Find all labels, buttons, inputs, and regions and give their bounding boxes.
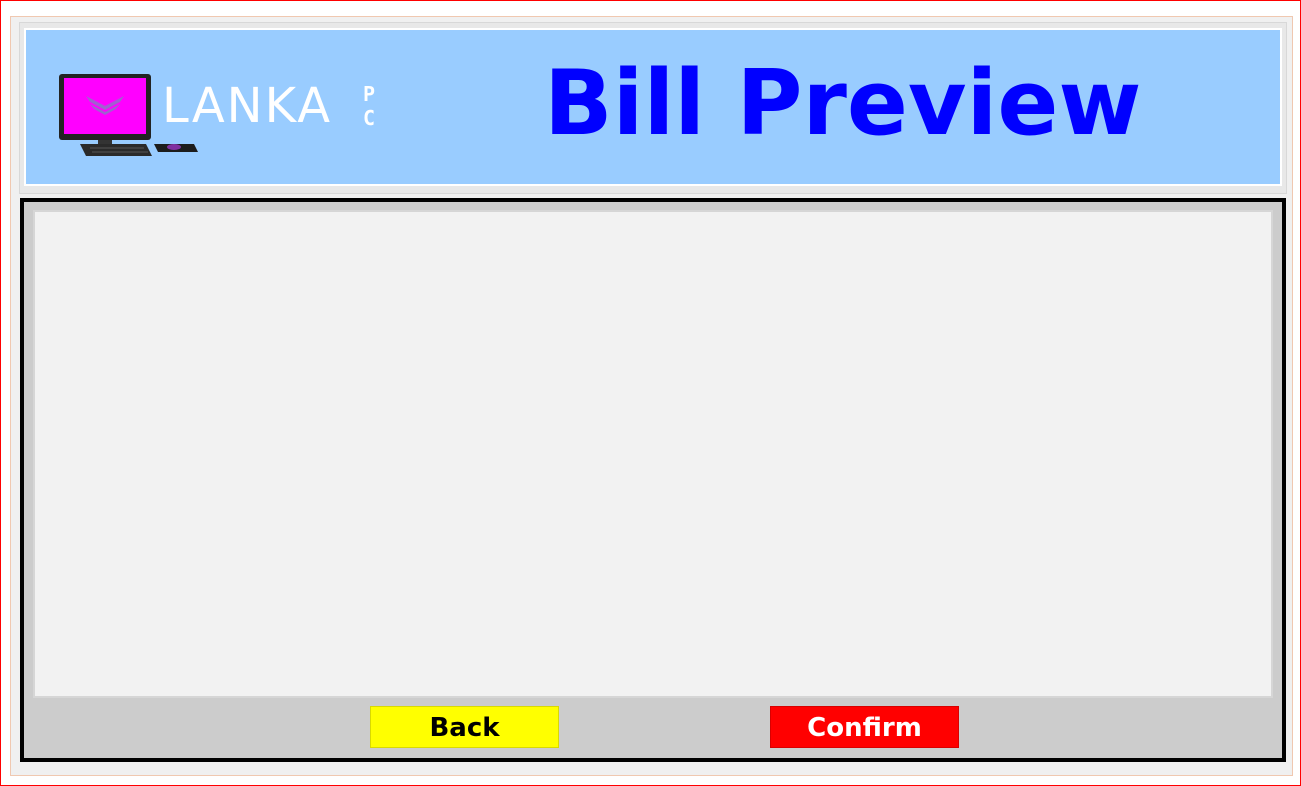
back-button[interactable]: Back xyxy=(370,706,559,748)
page-title: Bill Preview xyxy=(544,51,1142,156)
logo-pc-suffix: P C xyxy=(358,82,380,130)
logo-suffix-bottom: C xyxy=(362,106,376,130)
bill-preview-area[interactable] xyxy=(33,210,1273,698)
logo-wordmark: LANKA xyxy=(162,78,333,134)
logo-suffix-top: P xyxy=(362,82,376,106)
confirm-button[interactable]: Confirm xyxy=(770,706,959,748)
lanka-pc-logo: LANKA P C xyxy=(56,70,386,160)
